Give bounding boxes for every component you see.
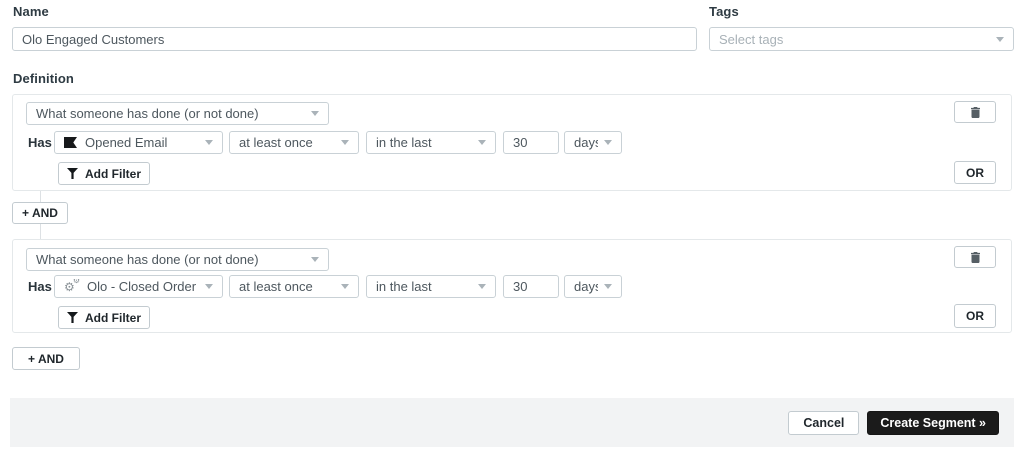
condition-type-select[interactable]: What someone has done (or not done) bbox=[26, 102, 329, 125]
condition-group-2: What someone has done (or not done) Has … bbox=[12, 239, 1012, 333]
filter-funnel-icon bbox=[67, 168, 78, 179]
trash-icon bbox=[971, 252, 980, 263]
tags-field-label: Tags bbox=[709, 4, 739, 19]
condition-type-select[interactable]: What someone has done (or not done) bbox=[26, 248, 329, 271]
has-label: Has bbox=[28, 279, 52, 294]
has-label: Has bbox=[28, 135, 52, 150]
tags-placeholder: Select tags bbox=[719, 32, 783, 47]
chevron-down-icon bbox=[478, 140, 486, 145]
unit-select[interactable]: days bbox=[564, 275, 622, 298]
definition-label: Definition bbox=[13, 71, 74, 86]
and-button-bottom[interactable]: + AND bbox=[12, 347, 80, 370]
cancel-button[interactable]: Cancel bbox=[788, 411, 859, 435]
delete-condition-button[interactable] bbox=[954, 101, 996, 123]
integration-gears-icon: ⚙⚙ bbox=[64, 280, 79, 294]
timeframe-select[interactable]: in the last bbox=[366, 275, 496, 298]
create-segment-button[interactable]: Create Segment » bbox=[867, 411, 999, 435]
add-filter-button[interactable]: Add Filter bbox=[58, 306, 150, 329]
amount-input[interactable] bbox=[503, 131, 559, 154]
frequency-select[interactable]: at least once bbox=[229, 275, 359, 298]
chevron-down-icon bbox=[205, 140, 213, 145]
chevron-down-icon bbox=[996, 37, 1004, 42]
amount-input[interactable] bbox=[503, 275, 559, 298]
footer-action-bar: Cancel Create Segment » bbox=[10, 398, 1014, 447]
chevron-down-icon bbox=[604, 284, 612, 289]
chevron-down-icon bbox=[341, 140, 349, 145]
timeframe-select[interactable]: in the last bbox=[366, 131, 496, 154]
chevron-down-icon bbox=[205, 284, 213, 289]
frequency-select[interactable]: at least once bbox=[229, 131, 359, 154]
event-select[interactable]: Opened Email bbox=[54, 131, 223, 154]
chevron-down-icon bbox=[311, 111, 319, 116]
condition-group-1: What someone has done (or not done) Has … bbox=[12, 94, 1012, 191]
chevron-down-icon bbox=[478, 284, 486, 289]
name-field-label: Name bbox=[13, 4, 49, 19]
unit-select[interactable]: days bbox=[564, 131, 622, 154]
and-button-top[interactable]: + AND bbox=[12, 202, 68, 224]
filter-funnel-icon bbox=[67, 312, 78, 323]
chevron-down-icon bbox=[341, 284, 349, 289]
chevron-down-icon bbox=[311, 257, 319, 262]
delete-condition-button[interactable] bbox=[954, 246, 996, 268]
trash-icon bbox=[971, 107, 980, 118]
or-button[interactable]: OR bbox=[954, 161, 996, 184]
add-filter-button[interactable]: Add Filter bbox=[58, 162, 150, 185]
segment-name-input[interactable] bbox=[12, 27, 697, 51]
or-button[interactable]: OR bbox=[954, 304, 996, 328]
tags-select[interactable]: Select tags bbox=[709, 27, 1014, 51]
chevron-down-icon bbox=[604, 140, 612, 145]
klaviyo-flag-icon bbox=[64, 137, 77, 148]
event-select[interactable]: ⚙⚙ Olo - Closed Order bbox=[54, 275, 223, 298]
